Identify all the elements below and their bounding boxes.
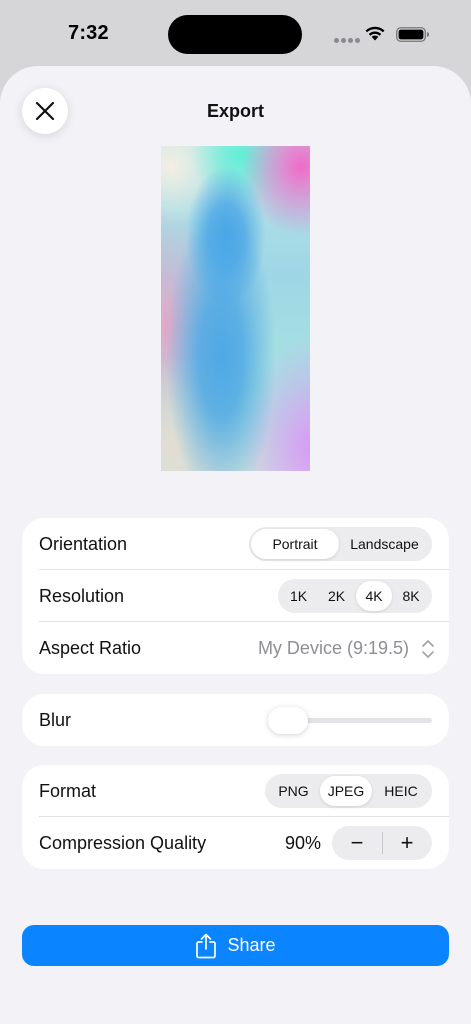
- resolution-option-4k[interactable]: 4K: [356, 581, 392, 611]
- format-option-jpeg[interactable]: JPEG: [320, 776, 372, 806]
- resolution-option-1k[interactable]: 1K: [280, 581, 317, 611]
- format-segmented-control: PNG JPEG HEIC: [265, 774, 432, 808]
- resolution-segmented-control: 1K 2K 4K 8K: [278, 579, 432, 613]
- compression-row: Compression Quality 90% − +: [22, 817, 449, 869]
- resolution-option-2k[interactable]: 2K: [317, 581, 356, 611]
- orientation-segmented-control: Portrait Landscape: [249, 527, 432, 561]
- wifi-icon: [365, 26, 385, 41]
- share-label: Share: [227, 935, 276, 955]
- dynamic-island: [168, 15, 302, 54]
- aspect-ratio-value[interactable]: My Device (9:19.5): [258, 638, 409, 659]
- orientation-option-portrait[interactable]: Portrait: [251, 529, 339, 559]
- wallpaper-preview: [161, 146, 310, 471]
- cellular-icon: [334, 38, 360, 43]
- format-option-heic[interactable]: HEIC: [372, 776, 430, 806]
- format-row: Format PNG JPEG HEIC: [22, 765, 449, 817]
- compression-value: 90%: [284, 832, 321, 853]
- share-button[interactable]: Share: [22, 925, 449, 966]
- chevron-up-down-icon: [422, 640, 434, 658]
- share-icon: [196, 933, 217, 958]
- aspect-ratio-row[interactable]: Aspect Ratio My Device (9:19.5): [22, 622, 449, 674]
- format-label: Format: [39, 780, 97, 801]
- blur-slider-thumb[interactable]: [268, 707, 308, 734]
- status-time: 7:32: [68, 22, 109, 44]
- orientation-option-landscape[interactable]: Landscape: [339, 529, 430, 559]
- sheet-title: Export: [206, 101, 264, 121]
- resolution-row: Resolution 1K 2K 4K 8K: [22, 570, 449, 622]
- increment-button[interactable]: +: [382, 826, 432, 860]
- blur-label: Blur: [39, 709, 72, 730]
- settings-group-output: Format PNG JPEG HEIC Compression Quality…: [22, 765, 449, 869]
- battery-icon: [396, 27, 429, 42]
- compression-stepper: − +: [332, 826, 432, 860]
- decrement-button[interactable]: −: [332, 826, 382, 860]
- format-option-png[interactable]: PNG: [267, 776, 320, 806]
- settings-group-size: Orientation Portrait Landscape Resolutio…: [22, 518, 449, 674]
- aspect-ratio-label: Aspect Ratio: [39, 637, 142, 658]
- settings-group-blur: Blur: [22, 694, 449, 746]
- compression-label: Compression Quality: [39, 832, 207, 853]
- resolution-label: Resolution: [39, 585, 125, 606]
- resolution-option-8k[interactable]: 8K: [392, 581, 430, 611]
- orientation-label: Orientation: [39, 533, 128, 554]
- orientation-row: Orientation Portrait Landscape: [22, 518, 449, 570]
- status-bar: 7:32: [0, 0, 471, 68]
